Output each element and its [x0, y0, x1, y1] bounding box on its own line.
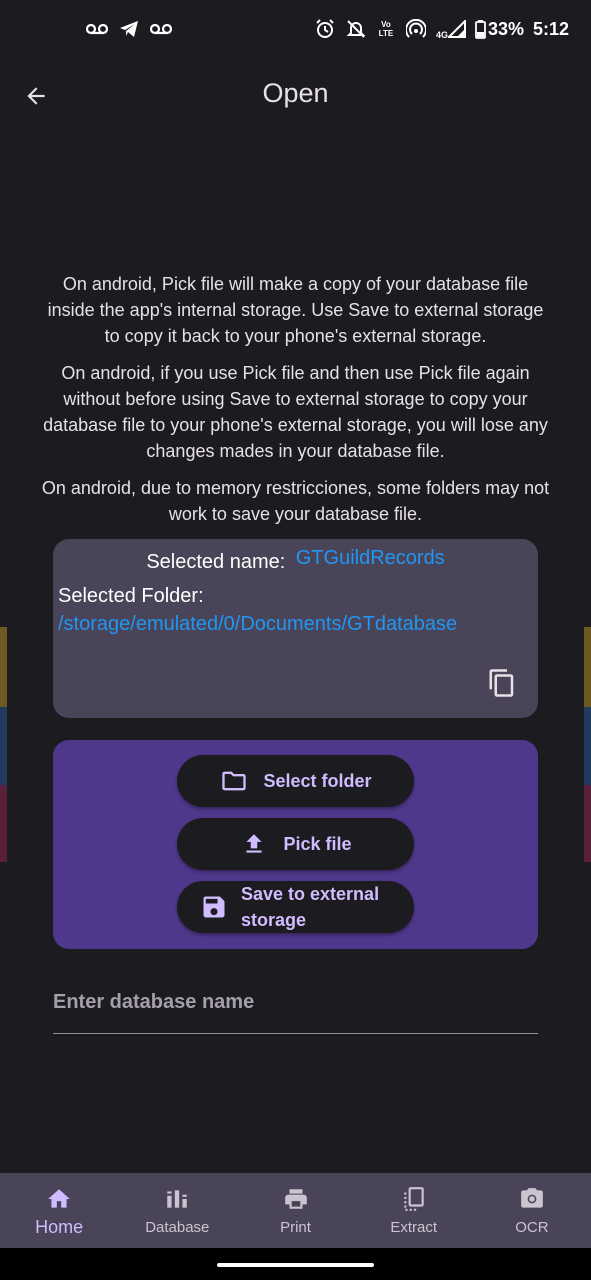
copy-button[interactable] — [484, 665, 520, 701]
battery-percent: 33% — [487, 18, 524, 39]
copy-icon — [489, 669, 514, 697]
info-paragraph-1: On android, Pick file will make a copy o… — [47, 274, 544, 346]
nav-label-print: Print — [280, 1219, 311, 1236]
selected-name-value: GTGuildRecords — [295, 547, 445, 569]
pick-file-label: Pick file — [283, 833, 352, 854]
edge-stripe-right-3 — [584, 785, 591, 862]
print-icon — [281, 1185, 311, 1213]
page-title: Open — [262, 78, 329, 108]
info-text: On android, Pick file will make a copy o… — [40, 271, 551, 538]
open-screen: Vo LTE 4G 33% 5:12 Open On android, Pick … — [0, 0, 591, 1280]
selected-name-row: Selected name: GTGuildRecords — [53, 547, 538, 573]
voicemail-icon — [86, 17, 108, 41]
edge-stripe-left-3 — [0, 785, 7, 862]
status-left — [86, 17, 172, 41]
database-name-field — [53, 980, 538, 1034]
database-icon — [162, 1185, 192, 1213]
pick-file-button[interactable]: Pick file — [177, 818, 414, 870]
alarm-icon — [314, 17, 336, 41]
camera-icon — [517, 1185, 547, 1213]
info-paragraph-3: On android, due to memory restricciones,… — [41, 478, 550, 524]
nav-item-database[interactable]: Database — [118, 1173, 236, 1248]
info-paragraph-2: On android, if you use Pick file and the… — [43, 363, 548, 461]
arrow-back-icon — [27, 87, 45, 105]
nav-label-home: Home — [35, 1217, 84, 1237]
clock: 5:12 — [532, 18, 569, 39]
nav-item-print[interactable]: Print — [236, 1173, 354, 1248]
nav-item-ocr[interactable]: OCR — [473, 1173, 591, 1248]
back-button[interactable] — [18, 78, 54, 114]
selected-folder-label: Selected Folder: — [58, 585, 204, 607]
nav-label-extract: Extract — [390, 1219, 438, 1236]
folder-icon — [219, 766, 249, 796]
selected-name-label: Selected name: — [146, 551, 286, 573]
save-external-label: Save to external storage — [241, 884, 380, 930]
select-folder-label: Select folder — [263, 770, 372, 791]
selected-info-card: Selected name: GTGuildRecords Selected F… — [53, 539, 538, 718]
upload-icon — [239, 829, 269, 859]
database-name-input[interactable] — [53, 980, 538, 1024]
edge-stripe-left-1 — [0, 627, 7, 707]
system-gesture-area — [0, 1248, 591, 1280]
app-bar: Open — [0, 58, 591, 132]
telegram-icon — [118, 17, 140, 41]
extract-icon — [399, 1185, 429, 1213]
edge-stripe-right-2 — [584, 707, 591, 785]
volte-icon: Vo LTE — [378, 20, 394, 38]
nav-item-home[interactable]: Home — [0, 1173, 118, 1248]
network-label: 4G — [435, 30, 448, 40]
save-external-button[interactable]: Save to external storage — [177, 881, 414, 933]
status-bar: Vo LTE 4G 33% 5:12 — [0, 0, 591, 58]
save-icon — [199, 892, 229, 922]
edge-stripe-right-1 — [584, 627, 591, 707]
select-folder-button[interactable]: Select folder — [177, 755, 414, 807]
battery-icon — [475, 17, 487, 41]
volte-label: LTE — [378, 29, 394, 38]
nav-label-database: Database — [145, 1219, 210, 1236]
status-right: Vo LTE 4G 33% 5:12 — [314, 17, 569, 41]
edge-stripe-left-2 — [0, 707, 7, 785]
file-actions-card: Select folder Pick file Save to external… — [53, 740, 538, 949]
nav-item-extract[interactable]: Extract — [355, 1173, 473, 1248]
hotspot-icon — [405, 17, 427, 41]
signal-4g-icon: 4G — [436, 17, 466, 41]
nav-label-ocr: OCR — [515, 1219, 549, 1236]
selected-folder-value: /storage/emulated/0/Documents/GTdatabase — [58, 613, 458, 635]
home-icon — [44, 1185, 74, 1213]
gesture-handle[interactable] — [217, 1263, 374, 1267]
notifications-off-icon — [345, 17, 367, 41]
bottom-navigation: Home Database Print Extract OCR — [0, 1173, 591, 1248]
voicemail-icon — [150, 17, 172, 41]
